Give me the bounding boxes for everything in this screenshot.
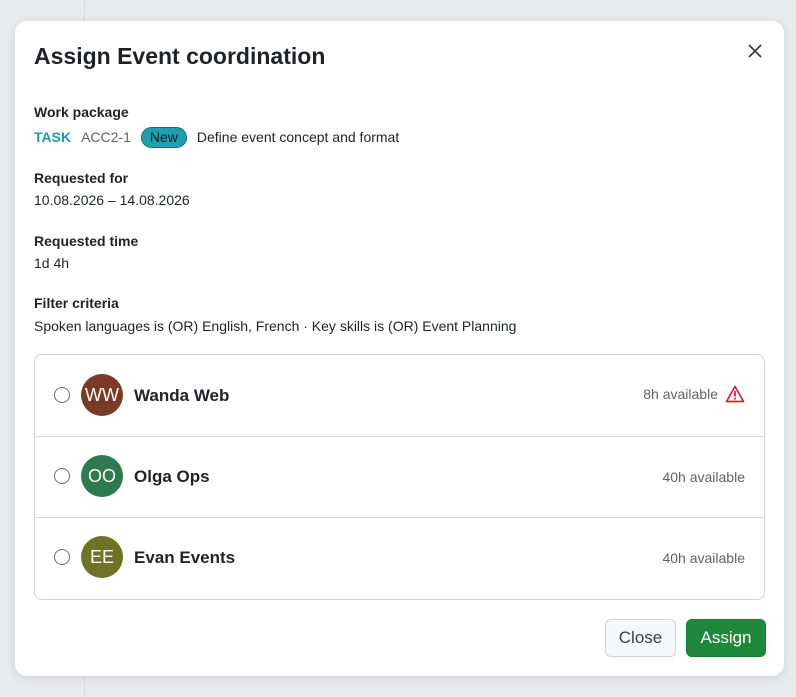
availability-text: 8h available xyxy=(643,386,718,402)
candidate-list: WW Wanda Web 8h available OO Olga Ops 40… xyxy=(34,354,765,600)
wp-type[interactable]: TASK xyxy=(34,129,71,145)
candidate-radio[interactable] xyxy=(54,468,70,484)
candidate-radio[interactable] xyxy=(54,387,70,403)
avatar-initials: WW xyxy=(85,384,119,405)
availability-text: 40h available xyxy=(662,550,745,566)
assign-button[interactable]: Assign xyxy=(686,619,766,657)
filter-criteria-value: Spoken languages is (OR) English, French… xyxy=(34,318,517,334)
filter-criteria-label: Filter criteria xyxy=(34,295,119,311)
avatar: EE xyxy=(81,536,123,578)
work-package-label: Work package xyxy=(34,104,129,120)
candidate-name: Evan Events xyxy=(134,548,236,567)
availability: 8h available xyxy=(643,385,745,403)
candidate-name: Olga Ops xyxy=(134,467,210,486)
requested-time-label: Requested time xyxy=(34,233,139,249)
availability: 40h available xyxy=(662,469,745,485)
candidate-row[interactable]: OO Olga Ops 40h available xyxy=(35,436,764,518)
requested-for-label: Requested for xyxy=(34,170,129,186)
status-badge: New xyxy=(140,126,187,148)
close-button[interactable]: Close xyxy=(605,619,676,657)
close-icon[interactable] xyxy=(746,42,764,60)
dialog-title: Assign Event coordination xyxy=(34,43,326,69)
avatar: WW xyxy=(81,374,123,416)
requested-time-value: 1d 4h xyxy=(34,255,70,271)
candidate-radio[interactable] xyxy=(54,549,70,565)
candidate-name: Wanda Web xyxy=(134,386,230,405)
availability: 40h available xyxy=(662,550,745,566)
avatar-initials: OO xyxy=(87,465,116,486)
assign-dialog: Assign Event coordination Work package T… xyxy=(15,21,784,676)
wp-id[interactable]: ACC2-1 xyxy=(81,129,131,145)
candidate-row[interactable]: EE Evan Events 40h available xyxy=(35,517,764,598)
candidate-row[interactable]: WW Wanda Web 8h available xyxy=(35,355,764,437)
warning-icon xyxy=(725,385,745,403)
wp-subject[interactable]: Define event concept and format xyxy=(197,129,399,145)
availability-text: 40h available xyxy=(662,469,745,485)
work-package-info: TASK ACC2-1 New Define event concept and… xyxy=(34,126,399,148)
avatar-initials: EE xyxy=(89,546,114,567)
requested-for-value: 10.08.2026 – 14.08.2026 xyxy=(34,192,190,208)
avatar: OO xyxy=(81,455,123,497)
